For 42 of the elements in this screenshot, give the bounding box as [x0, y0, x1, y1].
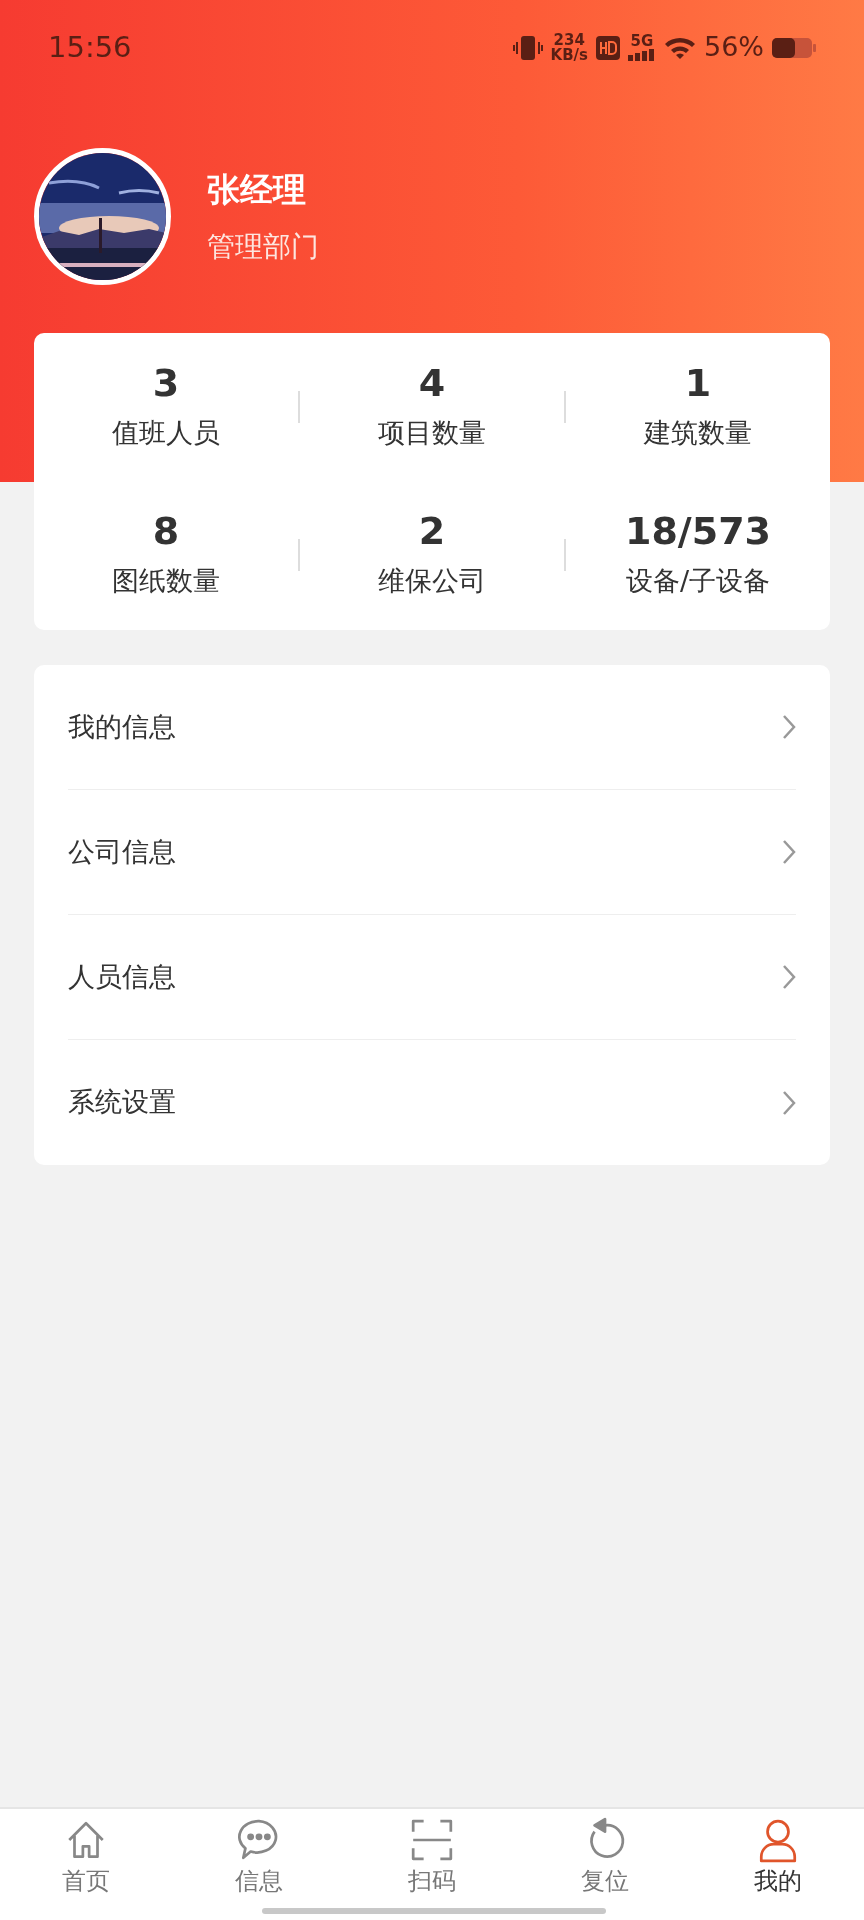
network-type: 5G	[629, 34, 655, 49]
battery-icon	[772, 35, 816, 60]
chevron-icon	[782, 1089, 796, 1116]
menu-label: 公司信息	[68, 834, 176, 869]
menu-label: 人员信息	[68, 959, 176, 994]
tab-item[interactable]: 信息	[172, 1809, 346, 1920]
chevron-icon	[782, 839, 796, 865]
tab-item[interactable]: 首页	[0, 1809, 173, 1920]
signal-icon	[628, 49, 656, 61]
speed-unit: KB/s	[550, 47, 588, 63]
wifi-icon	[664, 35, 696, 60]
stat-label: 维保公司	[378, 563, 486, 598]
stat-value: 4	[418, 360, 446, 407]
menu-label: 我的信息	[68, 709, 176, 744]
stat-value: 1	[684, 360, 712, 407]
tab-item[interactable]: 扫码	[345, 1809, 519, 1920]
stat-label: 建筑数量	[644, 415, 752, 450]
scan-icon	[409, 1817, 455, 1863]
hd-icon	[596, 35, 620, 60]
chevron-icon	[782, 964, 796, 990]
tab-item[interactable]: 我的	[691, 1809, 864, 1920]
network-speed: 234	[553, 32, 585, 48]
menu-label: 系统设置	[68, 1085, 176, 1120]
menu-item[interactable]: 人员信息	[68, 915, 796, 1040]
vibrate-icon	[512, 34, 543, 61]
clock-time: 15:56	[48, 28, 132, 66]
tab-item[interactable]: 复位	[518, 1809, 692, 1920]
battery-percent: 56%	[704, 30, 764, 65]
stat-label: 值班人员	[112, 415, 220, 450]
stat-value: 3	[152, 360, 180, 407]
stat-label: 图纸数量	[112, 563, 220, 598]
stat-value: 8	[152, 508, 180, 555]
stat-value: 18/573	[624, 508, 772, 555]
stat-value: 2	[418, 508, 446, 555]
stat-label: 项目数量	[378, 415, 486, 450]
department-name: 管理部门	[207, 229, 319, 266]
user-name: 张经理	[207, 168, 307, 211]
stat-label: 设备/子设备	[625, 563, 771, 598]
menu-item[interactable]: 系统设置	[68, 1040, 796, 1165]
chevron-icon	[782, 714, 796, 740]
menu-item[interactable]: 我的信息	[68, 665, 796, 790]
menu-item[interactable]: 公司信息	[68, 790, 796, 915]
